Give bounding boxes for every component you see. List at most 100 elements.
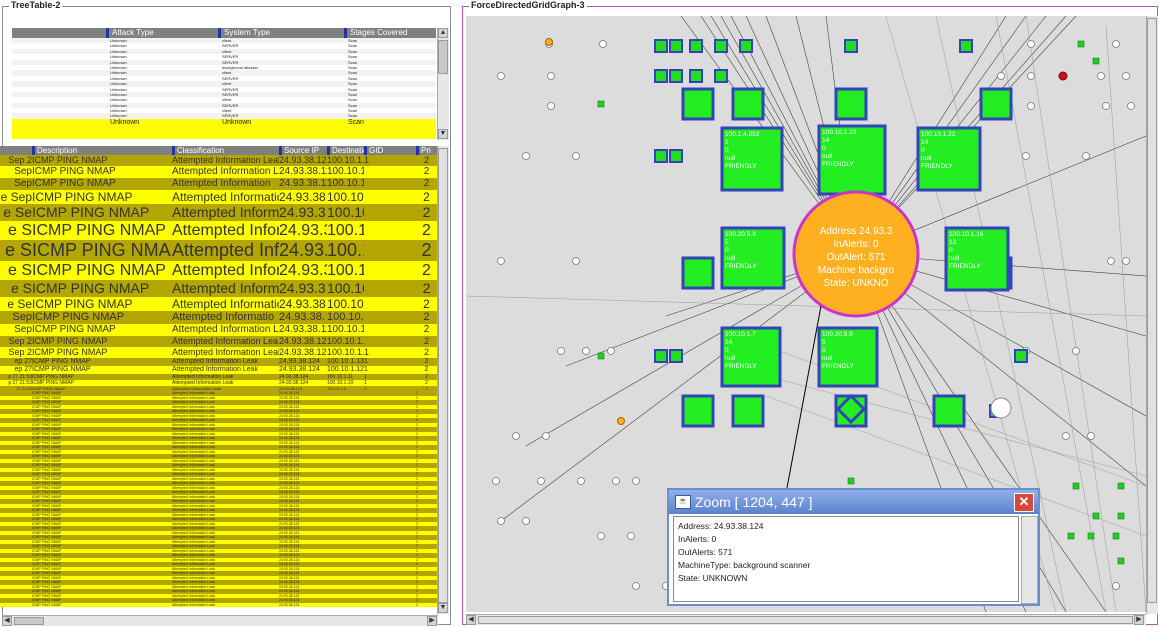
table-row[interactable]: e Sep ICMP PING NMAP Attempted Informatio 2… bbox=[0, 190, 437, 204]
host-node[interactable] bbox=[669, 349, 683, 363]
scroll-right-icon[interactable]: ▶ bbox=[1134, 615, 1144, 625]
host-node[interactable] bbox=[1117, 557, 1125, 565]
host-node[interactable] bbox=[497, 517, 505, 525]
host-node[interactable] bbox=[681, 256, 715, 290]
graph-vertical-scrollbar[interactable] bbox=[1146, 16, 1158, 614]
host-node[interactable] bbox=[669, 39, 683, 53]
scroll-down-icon[interactable]: ▼ bbox=[438, 129, 448, 139]
host-node[interactable] bbox=[847, 477, 855, 485]
scroll-thumb[interactable] bbox=[478, 616, 1133, 624]
top-table-row[interactable]: Unknown Unknown Scan bbox=[12, 118, 436, 129]
table-row[interactable]: ep 27 ICMP PING NMAP Attempted Information… bbox=[0, 358, 437, 366]
table-row[interactable]: Sep 2 ICMP PING NMAP Attempted Information… bbox=[0, 347, 437, 358]
host-node[interactable] bbox=[654, 149, 668, 163]
host-node[interactable] bbox=[669, 149, 683, 163]
left-horizontal-scrollbar[interactable]: ◀ ▶ bbox=[2, 615, 438, 626]
host-node[interactable] bbox=[689, 39, 703, 53]
scroll-left-icon[interactable]: ◀ bbox=[2, 616, 12, 626]
host-node[interactable] bbox=[632, 582, 640, 590]
table-row[interactable]: e SICMP PING NMAPAttempted Infor24.93.31… bbox=[0, 240, 437, 261]
header-system-type[interactable]: System Type bbox=[218, 28, 344, 38]
table-row[interactable]: Sep ICMP PING NMAP Attempted Information L… bbox=[0, 166, 437, 178]
host-node[interactable] bbox=[669, 69, 683, 83]
host-node[interactable] bbox=[681, 87, 715, 121]
host-node[interactable] bbox=[1117, 482, 1125, 490]
bottom-table-scrollbar[interactable]: ▼ bbox=[437, 146, 449, 614]
alert-node[interactable] bbox=[617, 417, 625, 425]
host-node[interactable] bbox=[1102, 102, 1110, 110]
host-node[interactable] bbox=[542, 432, 550, 440]
host-node[interactable] bbox=[1072, 347, 1080, 355]
scroll-left-icon[interactable]: ◀ bbox=[466, 615, 476, 625]
host-node[interactable] bbox=[597, 352, 605, 360]
table-row[interactable]: e Se ICMP PING NMAP Attempted Inform 24.93.… bbox=[0, 204, 437, 221]
scroll-thumb[interactable] bbox=[14, 617, 44, 625]
host-node[interactable] bbox=[1092, 57, 1100, 65]
scroll-up-icon[interactable]: ▲ bbox=[438, 28, 448, 38]
header-source-ip[interactable]: Source IP bbox=[279, 146, 327, 155]
host-node[interactable] bbox=[547, 72, 555, 80]
host-node[interactable] bbox=[654, 69, 668, 83]
host-node[interactable] bbox=[577, 477, 585, 485]
host-node[interactable] bbox=[497, 257, 505, 265]
host-node[interactable] bbox=[492, 477, 500, 485]
top-table-scrollbar[interactable]: ▲ ▼ bbox=[437, 28, 449, 140]
header-description[interactable]: Description bbox=[32, 146, 172, 155]
table-row[interactable]: e S ICMP PING NMAP Attempted Inform 24.93.3… bbox=[0, 280, 437, 297]
host-node[interactable] bbox=[1077, 40, 1085, 48]
host-node[interactable] bbox=[512, 432, 520, 440]
host-node[interactable] bbox=[1027, 102, 1035, 110]
header-gid[interactable]: GID bbox=[364, 146, 416, 155]
host-node[interactable] bbox=[632, 477, 640, 485]
table-row[interactable]: ICMP PING NMAP Attempted Information Leak… bbox=[0, 602, 437, 607]
host-node[interactable] bbox=[522, 517, 530, 525]
host-node[interactable] bbox=[557, 347, 565, 355]
host-node[interactable] bbox=[739, 39, 753, 53]
table-row[interactable]: Sep 2 ICMP PING NMAP Attempted Information… bbox=[0, 336, 437, 347]
host-node[interactable] bbox=[689, 69, 703, 83]
header-classification[interactable]: Classification bbox=[172, 146, 279, 155]
host-node[interactable] bbox=[932, 394, 966, 428]
scroll-thumb[interactable] bbox=[1147, 18, 1157, 603]
host-node[interactable] bbox=[607, 347, 615, 355]
header-stages-covered[interactable]: Stages Covered bbox=[344, 28, 436, 38]
host-node[interactable] bbox=[1014, 349, 1028, 363]
graph-horizontal-scrollbar[interactable]: ◀ ▶ bbox=[466, 614, 1146, 625]
table-row[interactable]: ep 27 ICMP PING NMAP Attempted Information… bbox=[0, 366, 437, 374]
host-node[interactable] bbox=[731, 394, 765, 428]
scroll-down-icon[interactable]: ▼ bbox=[438, 603, 448, 613]
host-node[interactable] bbox=[979, 87, 1013, 121]
host-node[interactable] bbox=[1097, 72, 1105, 80]
host-node[interactable] bbox=[1127, 102, 1135, 110]
host-node[interactable] bbox=[522, 152, 530, 160]
table-row[interactable]: e Se ICMP PING NMAP Attempted Informatio 24… bbox=[0, 297, 437, 311]
host-node[interactable] bbox=[627, 532, 635, 540]
scroll-thumb[interactable] bbox=[438, 148, 448, 603]
host-node[interactable] bbox=[1112, 40, 1120, 48]
table-row[interactable]: Sep 2 ICMP PING NMAP Attempted Information… bbox=[0, 155, 437, 166]
header-destination[interactable]: Destination bbox=[327, 146, 364, 155]
table-row[interactable]: Sep ICMP PING NMAP Attempted Information 24… bbox=[0, 178, 437, 190]
host-node[interactable] bbox=[1027, 40, 1035, 48]
table-row[interactable]: e SICMP PING NMAPAttempted Infor24.93.31… bbox=[0, 261, 437, 280]
host-node[interactable] bbox=[1027, 72, 1035, 80]
host-node[interactable] bbox=[1067, 532, 1075, 540]
host-node[interactable] bbox=[582, 347, 590, 355]
header-priority[interactable]: Pri bbox=[416, 146, 437, 155]
host-node[interactable] bbox=[1087, 532, 1095, 540]
host-node[interactable] bbox=[1107, 257, 1115, 265]
host-node[interactable] bbox=[714, 39, 728, 53]
host-node[interactable] bbox=[1072, 482, 1080, 490]
host-node[interactable] bbox=[681, 394, 715, 428]
host-node[interactable] bbox=[1082, 152, 1090, 160]
host-node[interactable] bbox=[572, 257, 580, 265]
host-node[interactable] bbox=[1122, 257, 1130, 265]
zoom-scrollbar[interactable] bbox=[1021, 516, 1038, 604]
zoom-window[interactable]: ☕ Zoom [ 1204, 447 ] ✕ Address: 24.93.38… bbox=[667, 488, 1040, 606]
table-row[interactable]: Sep ICMP PING NMAP Attempted Informatio 24.… bbox=[0, 311, 437, 324]
host-node[interactable] bbox=[731, 87, 765, 121]
close-icon[interactable]: ✕ bbox=[1014, 493, 1034, 512]
host-node[interactable] bbox=[497, 72, 505, 80]
alert-node[interactable] bbox=[1058, 71, 1068, 81]
scroll-thumb[interactable] bbox=[438, 40, 448, 74]
